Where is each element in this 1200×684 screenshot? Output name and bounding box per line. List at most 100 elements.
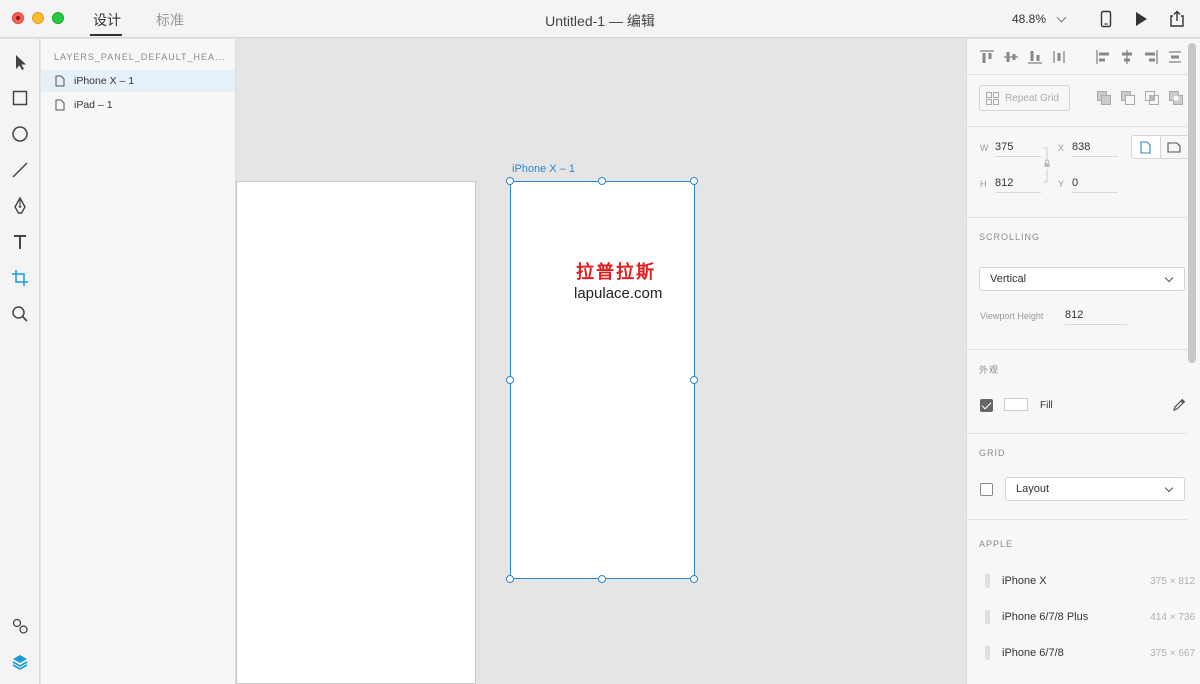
share-icon[interactable] bbox=[1167, 9, 1187, 29]
alignment-section bbox=[967, 39, 1187, 75]
eyedropper-icon[interactable] bbox=[1172, 398, 1186, 412]
scrolling-value: Vertical bbox=[990, 273, 1027, 285]
height-field[interactable]: 812 bbox=[995, 175, 1041, 193]
chevron-down-icon bbox=[1164, 483, 1174, 493]
portrait-icon bbox=[1140, 140, 1151, 154]
device-preview-icon[interactable] bbox=[1096, 9, 1116, 29]
layers-icon[interactable] bbox=[10, 652, 30, 672]
pen-tool-icon[interactable] bbox=[10, 196, 30, 216]
align-right-icon[interactable] bbox=[1143, 49, 1159, 65]
resize-handle-bottom-left[interactable] bbox=[506, 575, 514, 583]
preset-name: iPhone 6/7/8 bbox=[1002, 647, 1064, 659]
align-left-icon[interactable] bbox=[1095, 49, 1111, 65]
align-middle-icon[interactable] bbox=[1003, 49, 1019, 65]
fill-color-swatch[interactable] bbox=[1004, 398, 1028, 411]
resize-handle-right[interactable] bbox=[690, 376, 698, 384]
layers-panel-header: LAYERS_PANEL_DEFAULT_HEA... bbox=[54, 52, 226, 62]
boolean-intersect-icon[interactable] bbox=[1144, 90, 1160, 106]
inspector-scrollbar[interactable] bbox=[1188, 43, 1196, 363]
watermark-url: lapulace.com bbox=[574, 285, 663, 302]
apple-presets-title: APPLE bbox=[979, 539, 1014, 549]
boolean-exclude-icon[interactable] bbox=[1168, 90, 1184, 106]
play-preview-icon[interactable] bbox=[1131, 9, 1151, 29]
fill-label: Fill bbox=[1040, 400, 1053, 411]
resize-handle-left[interactable] bbox=[506, 376, 514, 384]
fill-checkbox[interactable] bbox=[980, 399, 993, 412]
portrait-button[interactable] bbox=[1132, 136, 1160, 158]
layer-item-label: iPhone X – 1 bbox=[74, 75, 135, 87]
artboard-tool-icon[interactable] bbox=[10, 268, 30, 288]
align-center-icon[interactable] bbox=[1119, 49, 1135, 65]
landscape-button[interactable] bbox=[1159, 136, 1188, 158]
width-field[interactable]: 375 bbox=[995, 139, 1041, 157]
line-tool-icon[interactable] bbox=[10, 160, 30, 180]
x-field[interactable]: 838 bbox=[1072, 139, 1118, 157]
assets-icon[interactable] bbox=[10, 616, 30, 636]
property-inspector: Repeat Grid W 375 H 812 X 838 Y 0 SCROLL… bbox=[966, 39, 1200, 684]
repeat-grid-label: Repeat Grid bbox=[1005, 92, 1059, 104]
ellipse-tool-icon[interactable] bbox=[10, 124, 30, 144]
align-top-icon[interactable] bbox=[979, 49, 995, 65]
resize-handle-bottom-right[interactable] bbox=[690, 575, 698, 583]
width-label: W bbox=[980, 143, 989, 153]
rectangle-tool-icon[interactable] bbox=[10, 88, 30, 108]
select-tool-icon[interactable] bbox=[10, 52, 30, 72]
canvas[interactable]: iPhone X – 1 拉普拉斯 lapulace.com bbox=[236, 39, 966, 684]
resize-handle-top[interactable] bbox=[598, 177, 606, 185]
lock-aspect-icon[interactable] bbox=[1041, 147, 1053, 183]
close-window-button[interactable] bbox=[12, 12, 24, 24]
text-tool-icon[interactable] bbox=[10, 232, 30, 252]
resize-handle-top-right[interactable] bbox=[690, 177, 698, 185]
preset-iphone-678-plus[interactable]: iPhone 6/7/8 Plus 414 × 736 bbox=[985, 608, 1195, 626]
tab-prototype[interactable]: 标准 bbox=[156, 10, 184, 30]
zoom-dropdown[interactable]: 48.8% bbox=[1012, 8, 1082, 30]
orientation-toggle bbox=[1131, 135, 1189, 159]
grid-type-select[interactable]: Layout bbox=[1005, 477, 1185, 501]
artboard-label[interactable]: iPhone X – 1 bbox=[512, 163, 575, 175]
preset-iphone-x[interactable]: iPhone X 375 × 812 bbox=[985, 572, 1195, 590]
preset-name: iPhone 6/7/8 Plus bbox=[1002, 611, 1089, 623]
resize-handle-bottom[interactable] bbox=[598, 575, 606, 583]
grid-title: GRID bbox=[979, 448, 1006, 458]
active-tab-indicator bbox=[90, 34, 122, 36]
scrolling-title: SCROLLING bbox=[979, 232, 1041, 242]
watermark-chinese: 拉普拉斯 bbox=[576, 262, 656, 283]
preset-size: 375 × 667 bbox=[1150, 647, 1195, 659]
artboard-ipad[interactable] bbox=[236, 181, 476, 684]
y-label: Y bbox=[1058, 179, 1065, 189]
x-label: X bbox=[1058, 143, 1065, 153]
align-bottom-icon[interactable] bbox=[1027, 49, 1043, 65]
grid-checkbox[interactable] bbox=[980, 483, 993, 496]
artboard-icon bbox=[55, 75, 65, 87]
y-field[interactable]: 0 bbox=[1072, 175, 1118, 193]
layer-item-ipad[interactable]: iPad – 1 bbox=[41, 94, 235, 116]
device-icon bbox=[985, 610, 990, 624]
title-bar: 设计 标准 Untitled-1 — 编辑 48.8% bbox=[0, 0, 1200, 38]
artboard-icon bbox=[55, 99, 65, 111]
appearance-section bbox=[967, 350, 1187, 434]
chevron-down-icon bbox=[1164, 273, 1174, 283]
preset-size: 414 × 736 bbox=[1150, 611, 1195, 623]
viewport-height-field[interactable]: 812 bbox=[1065, 307, 1127, 325]
boolean-add-icon[interactable] bbox=[1096, 90, 1112, 106]
preset-size: 375 × 812 bbox=[1150, 575, 1195, 587]
resize-handle-top-left[interactable] bbox=[506, 177, 514, 185]
scrolling-select[interactable]: Vertical bbox=[979, 267, 1185, 291]
repeat-grid-button[interactable]: Repeat Grid bbox=[979, 85, 1070, 111]
device-icon bbox=[985, 646, 990, 660]
height-label: H bbox=[980, 179, 987, 189]
minimize-window-button[interactable] bbox=[32, 12, 44, 24]
viewport-height-label: Viewport Height bbox=[980, 311, 1044, 321]
distribute-horizontal-icon[interactable] bbox=[1051, 49, 1067, 65]
artboard-iphone-x[interactable]: 拉普拉斯 lapulace.com bbox=[510, 181, 695, 579]
appearance-title: 外观 bbox=[979, 365, 1000, 375]
distribute-vertical-icon[interactable] bbox=[1167, 49, 1183, 65]
tab-design[interactable]: 设计 bbox=[93, 10, 121, 30]
landscape-icon bbox=[1167, 141, 1181, 153]
preset-iphone-678[interactable]: iPhone 6/7/8 375 × 667 bbox=[985, 644, 1195, 662]
zoom-tool-icon[interactable] bbox=[10, 304, 30, 324]
boolean-subtract-icon[interactable] bbox=[1120, 90, 1136, 106]
repeat-grid-icon bbox=[986, 91, 999, 105]
layer-item-iphone-x[interactable]: iPhone X – 1 bbox=[41, 70, 235, 92]
maximize-window-button[interactable] bbox=[52, 12, 64, 24]
